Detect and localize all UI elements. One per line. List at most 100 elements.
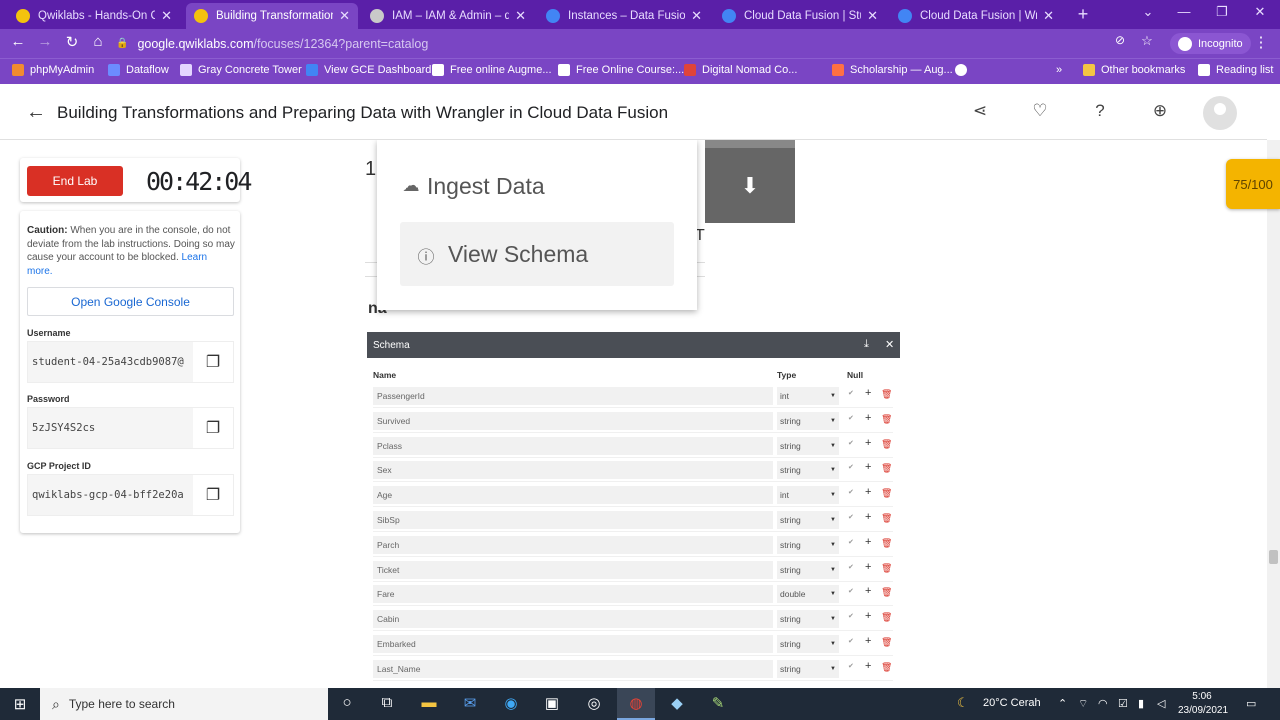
delete-field-icon[interactable]: 🗑	[881, 414, 892, 425]
field-name-input[interactable]: SibSp	[373, 511, 773, 529]
field-name-input[interactable]: Cabin	[373, 610, 773, 629]
field-type-select[interactable]: string ▼	[777, 535, 839, 554]
field-name-input[interactable]: Pclass	[373, 436, 773, 455]
field-type-select[interactable]: string ▼	[777, 511, 839, 529]
null-checkbox[interactable]: ✔	[848, 513, 856, 521]
close-window-button[interactable]: ✕	[1250, 4, 1270, 20]
menu-item-view-schema[interactable]: ⓘ View Schema	[400, 222, 674, 286]
delete-field-icon[interactable]: 🗑	[881, 587, 892, 598]
end-lab-button[interactable]: End Lab	[27, 166, 123, 196]
add-field-icon[interactable]: +	[865, 412, 871, 424]
null-checkbox[interactable]: ✔	[848, 463, 856, 471]
back-icon[interactable]: ←	[8, 33, 28, 50]
delete-field-icon[interactable]: 🗑	[881, 563, 892, 574]
bookmark-item[interactable]: Free online Augme...	[432, 64, 552, 76]
field-type-select[interactable]: string ▼	[777, 411, 839, 430]
field-type-select[interactable]: string ▼	[777, 436, 839, 455]
bookmark-item[interactable]: phpMyAdmin	[12, 64, 94, 76]
field-type-select[interactable]: string ▼	[777, 560, 839, 579]
bookmark-item[interactable]: View GCE Dashboard	[306, 64, 431, 76]
password-value[interactable]: 5zJSY4S2cs	[28, 408, 194, 448]
field-name-input[interactable]: Fare	[373, 585, 773, 604]
null-checkbox[interactable]: ✔	[848, 538, 856, 546]
bookmark-item[interactable]: Dataflow	[108, 64, 169, 76]
mail-icon[interactable]: ✉	[459, 694, 481, 714]
bookmark-item[interactable]: Scholarship — Aug...	[832, 64, 953, 76]
tracking-off-icon[interactable]: ⊘	[1110, 33, 1130, 47]
field-name-input[interactable]: Embarked	[373, 635, 773, 653]
wifi-icon[interactable]: ◠	[1098, 697, 1108, 710]
add-field-icon[interactable]: +	[865, 536, 871, 548]
show-hidden-icons[interactable]: ⌃	[1058, 697, 1067, 710]
add-field-icon[interactable]: +	[865, 660, 871, 672]
field-type-select[interactable]: string ▼	[777, 610, 839, 629]
menu-item-ingest-data[interactable]: ☁ Ingest Data	[399, 173, 545, 200]
obs-icon[interactable]: ◎	[583, 694, 605, 714]
browser-tab[interactable]: Qwiklabs - Hands-On Cloud ✕	[8, 3, 180, 29]
null-checkbox[interactable]: ✔	[848, 414, 856, 422]
project-id-value[interactable]: qwiklabs-gcp-04-bff2e20a	[28, 475, 194, 515]
add-field-icon[interactable]: +	[865, 461, 871, 473]
delete-field-icon[interactable]: 🗑	[881, 488, 892, 499]
field-name-input[interactable]: Age	[373, 486, 773, 505]
bookmark-item[interactable]: Digital Nomad Co...	[684, 64, 797, 76]
file-explorer-icon[interactable]: ▬	[418, 694, 440, 714]
browser-tab[interactable]: Cloud Data Fusion | Wrangl ✕	[890, 3, 1062, 29]
null-checkbox[interactable]: ✔	[848, 587, 856, 595]
field-name-input[interactable]: Sex	[373, 461, 773, 480]
tab-close-icon[interactable]: ✕	[691, 8, 702, 24]
bookmark-item[interactable]: Free Online Course:...	[558, 64, 684, 76]
browser-menu-icon[interactable]: ⋮	[1251, 33, 1271, 51]
bookmark-globe-icon[interactable]	[955, 64, 973, 76]
add-field-icon[interactable]: +	[865, 387, 871, 399]
field-type-select[interactable]: string ▼	[777, 635, 839, 653]
add-field-icon[interactable]: +	[865, 561, 871, 573]
tab-close-icon[interactable]: ✕	[339, 8, 350, 24]
new-tab-button[interactable]: +	[1074, 4, 1092, 25]
maximize-window-button[interactable]: ❐	[1212, 4, 1232, 20]
help-icon[interactable]: ?	[1089, 101, 1111, 123]
incognito-badge[interactable]: Incognito	[1170, 33, 1251, 54]
schema-download-icon[interactable]: ⤓	[864, 338, 869, 351]
add-field-icon[interactable]: +	[865, 585, 871, 597]
null-checkbox[interactable]: ✔	[848, 488, 856, 496]
store-icon[interactable]: ▣	[541, 694, 563, 714]
null-checkbox[interactable]: ✔	[848, 563, 856, 571]
browser-tab[interactable]: Building Transformations an ✕	[186, 3, 358, 29]
edit-icon[interactable]: ☑	[1118, 697, 1128, 710]
delete-field-icon[interactable]: 🗑	[881, 389, 892, 400]
field-name-input[interactable]: Parch	[373, 535, 773, 554]
delete-field-icon[interactable]: 🗑	[881, 463, 892, 474]
taskbar-search[interactable]: ⌕ Type here to search	[40, 688, 328, 720]
delete-field-icon[interactable]: 🗑	[881, 538, 892, 549]
open-google-console-button[interactable]: Open Google Console	[27, 287, 234, 316]
browser-tab[interactable]: Instances – Data Fusion – q ✕	[538, 3, 710, 29]
language-globe-icon[interactable]: ⊕	[1149, 101, 1171, 123]
field-type-select[interactable]: string ▼	[777, 461, 839, 480]
field-name-input[interactable]: Survived	[373, 411, 773, 430]
forward-icon[interactable]: →	[35, 33, 55, 50]
favorite-heart-icon[interactable]: ♡	[1029, 101, 1051, 123]
add-field-icon[interactable]: +	[865, 437, 871, 449]
network-icon[interactable]: ⌔	[1078, 697, 1088, 711]
add-field-icon[interactable]: +	[865, 511, 871, 523]
address-bar[interactable]: 🔒 google.qwiklabs.com/focuses/12364?pare…	[116, 32, 1162, 55]
tab-close-icon[interactable]: ✕	[515, 8, 526, 24]
tab-close-icon[interactable]: ✕	[867, 8, 878, 24]
download-icon[interactable]: ⬇	[705, 140, 795, 223]
windows-start-icon[interactable]: ⊞	[0, 688, 40, 720]
copy-password-icon[interactable]: ❐	[193, 418, 233, 438]
volume-icon[interactable]: ◁	[1157, 697, 1165, 710]
back-arrow-icon[interactable]: ←	[26, 101, 46, 124]
browser-tab[interactable]: Cloud Data Fusion | Studio ✕	[714, 3, 886, 29]
task-view-icon[interactable]: ⧉	[376, 694, 398, 714]
null-checkbox[interactable]: ✔	[848, 389, 856, 397]
taskbar-clock[interactable]: 5:06 23/09/2021	[1178, 690, 1228, 718]
chrome-icon[interactable]: ◍	[625, 694, 647, 714]
bookmark-item[interactable]: Gray Concrete Tower	[180, 64, 302, 76]
weather-moon-icon[interactable]: ☾	[957, 695, 969, 711]
null-checkbox[interactable]: ✔	[848, 662, 856, 670]
other-bookmarks[interactable]: Other bookmarks	[1083, 64, 1185, 76]
field-type-select[interactable]: string ▼	[777, 659, 839, 678]
reload-icon[interactable]: ↻	[62, 33, 82, 51]
